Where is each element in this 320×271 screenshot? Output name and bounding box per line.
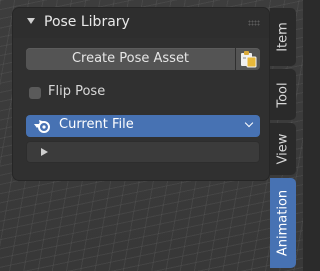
create-pose-asset-button[interactable]: Create Pose Asset — [26, 48, 235, 70]
tab-animation[interactable]: Animation — [270, 178, 296, 268]
tab-tool[interactable]: Tool — [270, 69, 296, 120]
expand-arrow-icon[interactable] — [41, 148, 48, 156]
collapse-triangle-icon[interactable] — [27, 18, 35, 24]
tab-tool-label: Tool — [275, 81, 291, 108]
tab-view[interactable]: View — [270, 123, 296, 175]
dropdown-selected-label: Current File — [59, 117, 134, 132]
blender-logo-icon — [34, 120, 50, 133]
clipboard-paste-icon — [241, 51, 257, 68]
chevron-down-icon — [244, 118, 254, 128]
collapsed-subpanel[interactable] — [26, 141, 260, 163]
paste-pose-button[interactable] — [236, 48, 260, 70]
asset-library-dropdown[interactable]: Current File — [26, 115, 260, 137]
tab-item[interactable]: Item — [270, 8, 296, 66]
flip-pose-label[interactable]: Flip Pose — [48, 84, 105, 99]
flip-pose-checkbox[interactable] — [29, 87, 41, 99]
sidebar-tabs: Item Tool View Animation — [270, 8, 296, 268]
pose-library-panel: Pose Library Create Pose Asset Flip Pose… — [13, 8, 269, 180]
panel-title: Pose Library — [44, 14, 130, 30]
drag-handle-icon[interactable] — [248, 20, 260, 26]
tab-animation-label: Animation — [275, 189, 291, 257]
panel-header[interactable]: Pose Library — [13, 8, 269, 38]
tab-view-label: View — [275, 133, 291, 165]
tab-item-label: Item — [275, 22, 291, 52]
